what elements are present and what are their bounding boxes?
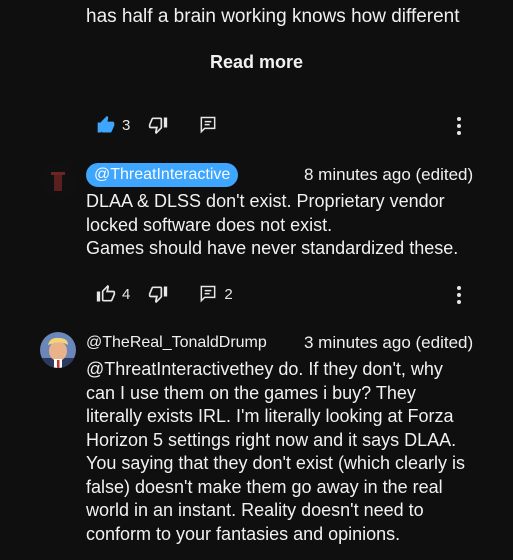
like-count: 3 [122, 116, 131, 134]
comment-line: false) doesn't make them go away in the … [86, 476, 443, 497]
comment-text: DLAA & DLSS don't exist. Proprietary ven… [86, 190, 496, 261]
thumbs-up-icon [97, 115, 115, 133]
comment-timestamp[interactable]: 8 minutes ago (edited) [304, 165, 473, 185]
previous-comment-actions: 3 [96, 112, 218, 138]
previous-comment-text: has half a brain working knows how diffe… [86, 0, 496, 29]
thumbs-down-icon [149, 286, 168, 304]
kebab-dot [457, 300, 461, 304]
comment-line: DLAA & DLSS don't exist. Proprietary ven… [86, 191, 445, 211]
comment-line: literally exists IRL. I'm literally look… [86, 406, 454, 426]
comment-text: @ThreatInteractivethey do. If they don't… [86, 358, 496, 546]
comment-line: Horizon 5 settings right now and it says… [86, 429, 457, 450]
comment-line: can I use them on the games i buy? They [86, 382, 416, 403]
comment-author-chip[interactable]: @ThreatInteractive [86, 163, 239, 187]
more-options-button[interactable] [449, 113, 469, 139]
reply-button[interactable] [198, 115, 218, 135]
tonalddrump-avatar-image [40, 332, 76, 368]
kebab-dot [457, 131, 461, 135]
thumbs-down-icon [149, 117, 168, 135]
dislike-button[interactable] [148, 115, 168, 135]
previous-comment-line: has half a brain working knows how diffe… [86, 6, 460, 27]
comment-author[interactable]: @TheReal_TonaldDrump [86, 333, 267, 353]
kebab-dot [457, 293, 461, 297]
threatinteractive-avatar-image [40, 163, 76, 199]
kebab-dot [457, 124, 461, 128]
comment-line: world in an instant. Reality doesn't nee… [86, 500, 424, 520]
comment-timestamp[interactable]: 3 minutes ago (edited) [304, 333, 473, 353]
thumbs-up-icon [96, 284, 116, 302]
reply-comment-icon [200, 285, 216, 303]
read-more-button[interactable]: Read more [0, 52, 513, 73]
more-vertical-icon [457, 286, 461, 290]
more-options-button[interactable] [449, 282, 469, 308]
dislike-button[interactable] [148, 284, 168, 304]
avatar[interactable] [40, 163, 76, 199]
comment-line: @ThreatInteractivethey do. If they don't… [86, 359, 443, 379]
comment-line: Games should have never standardized the… [86, 238, 459, 258]
reply-count: 2 [224, 285, 233, 303]
comment-actions: 4 2 [96, 281, 233, 307]
like-button[interactable]: 3 [96, 115, 130, 135]
reply-comment-icon [200, 116, 216, 134]
comment-line: locked software does not exist. [86, 214, 333, 235]
comment-line: You saying that they don't exist (which … [86, 453, 465, 473]
avatar[interactable] [40, 332, 76, 368]
like-button[interactable]: 4 [96, 284, 130, 304]
like-count: 4 [122, 285, 131, 303]
more-vertical-icon [457, 117, 461, 121]
comment-line: conform to your fantasies and opinions. [86, 523, 401, 544]
reply-button[interactable]: 2 [198, 284, 233, 304]
